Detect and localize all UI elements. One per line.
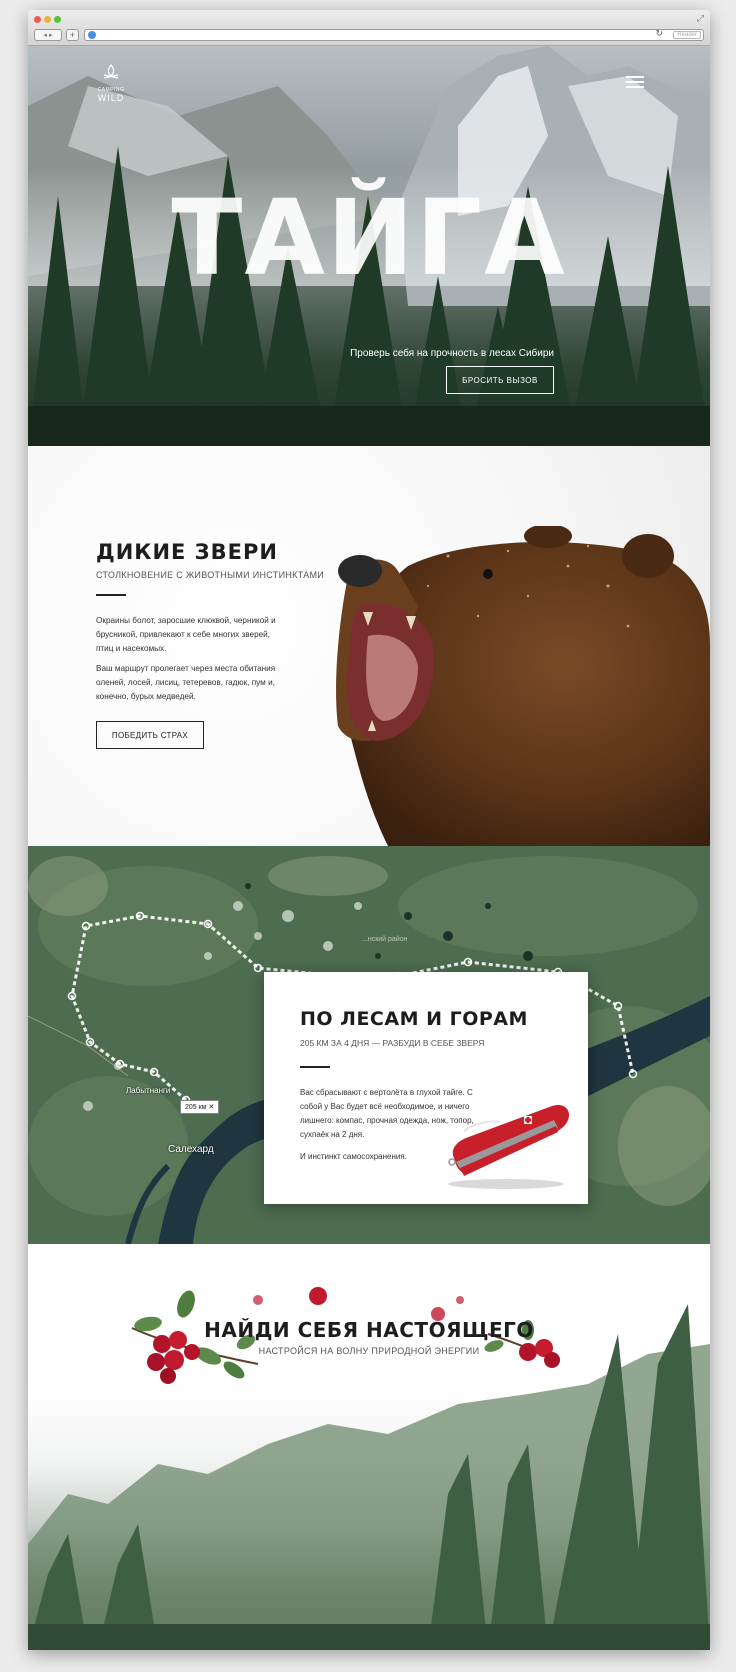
globe-icon bbox=[88, 31, 96, 39]
section-subtitle: 205 КМ ЗА 4 ДНЯ — РАЗБУДИ В СЕБЕ ЗВЕРЯ bbox=[300, 1038, 485, 1048]
swiss-knife-image bbox=[448, 1104, 570, 1189]
hero-subtitle: Проверь себя на прочность в лесах Сибири bbox=[350, 348, 554, 359]
find-yourself-section: НАЙДИ СЕБЯ НАСТОЯЩЕГО НАСТРОЙСЯ НА ВОЛНУ… bbox=[28, 1244, 710, 1650]
conquer-fear-button[interactable]: ПОБЕДИТЬ СТРАХ bbox=[96, 721, 204, 749]
paragraph-2: Ваш маршрут пролегает через места обитан… bbox=[96, 664, 276, 701]
divider bbox=[300, 1066, 330, 1068]
zoom-window-button[interactable] bbox=[54, 16, 61, 23]
bear-image bbox=[336, 526, 710, 846]
hamburger-menu-icon[interactable] bbox=[626, 76, 644, 88]
hero-title: ТАЙГА bbox=[171, 177, 567, 299]
section-title: ДИКИЕ ЗВЕРИ bbox=[96, 540, 278, 564]
close-window-button[interactable] bbox=[34, 16, 41, 23]
section-title: НАЙДИ СЕБЯ НАСТОЯЩЕГО bbox=[204, 1318, 534, 1342]
wild-animals-section: ДИКИЕ ЗВЕРИ СТОЛКНОВЕНИЕ С ЖИВОТНЫМИ ИНС… bbox=[28, 446, 710, 846]
campfire-icon bbox=[103, 63, 119, 79]
reload-icon[interactable]: ↻ bbox=[655, 29, 663, 39]
back-forward-buttons[interactable]: ◂ ▸ bbox=[34, 29, 62, 41]
section-subtitle: НАСТРОЙСЯ НА ВОЛНУ ПРИРОДНОЙ ЭНЕРГИИ bbox=[258, 1346, 480, 1356]
hero-section: CAMPING WILD ТАЙГА Проверь себя на прочн… bbox=[28, 46, 710, 446]
forest-and-berries-image bbox=[28, 1287, 710, 1650]
new-tab-button[interactable]: + bbox=[66, 29, 79, 41]
map-city-label: Салехард bbox=[168, 1144, 214, 1155]
route-card: ПО ЛЕСАМ И ГОРАМ 205 КМ ЗА 4 ДНЯ — РАЗБУ… bbox=[264, 972, 588, 1204]
reader-button[interactable]: Reader bbox=[673, 31, 701, 39]
logo-line-2: WILD bbox=[97, 93, 125, 103]
challenge-button[interactable]: БРОСИТЬ ВЫЗОВ bbox=[446, 366, 554, 394]
section-title: ПО ЛЕСАМ И ГОРАМ bbox=[300, 1008, 528, 1030]
map-region-label: ...нский район bbox=[362, 936, 408, 943]
paragraph-1: Окраины болот, заросшие клюквой, чернико… bbox=[96, 616, 276, 653]
divider bbox=[96, 594, 126, 596]
distance-tooltip[interactable]: 205 км ✕ bbox=[180, 1100, 220, 1114]
minimize-window-button[interactable] bbox=[44, 16, 51, 23]
address-bar[interactable]: ↻ Reader bbox=[84, 29, 704, 41]
browser-window: ⤢ ◂ ▸ + ↻ Reader CAMPING WILD ТАЙГА Пров… bbox=[28, 10, 710, 1650]
section-subtitle: СТОЛКНОВЕНИЕ С ЖИВОТНЫМИ ИНСТИНКТАМИ bbox=[96, 570, 325, 580]
route-map-section: ...нский район Лабытнанги Салехард 205 к… bbox=[28, 846, 710, 1244]
map-city-label: Лабытнанги bbox=[126, 1086, 171, 1095]
site-logo[interactable]: CAMPING WILD bbox=[96, 63, 126, 103]
browser-toolbar: ⤢ ◂ ▸ + ↻ Reader bbox=[28, 10, 710, 46]
fullscreen-icon[interactable]: ⤢ bbox=[697, 14, 704, 24]
